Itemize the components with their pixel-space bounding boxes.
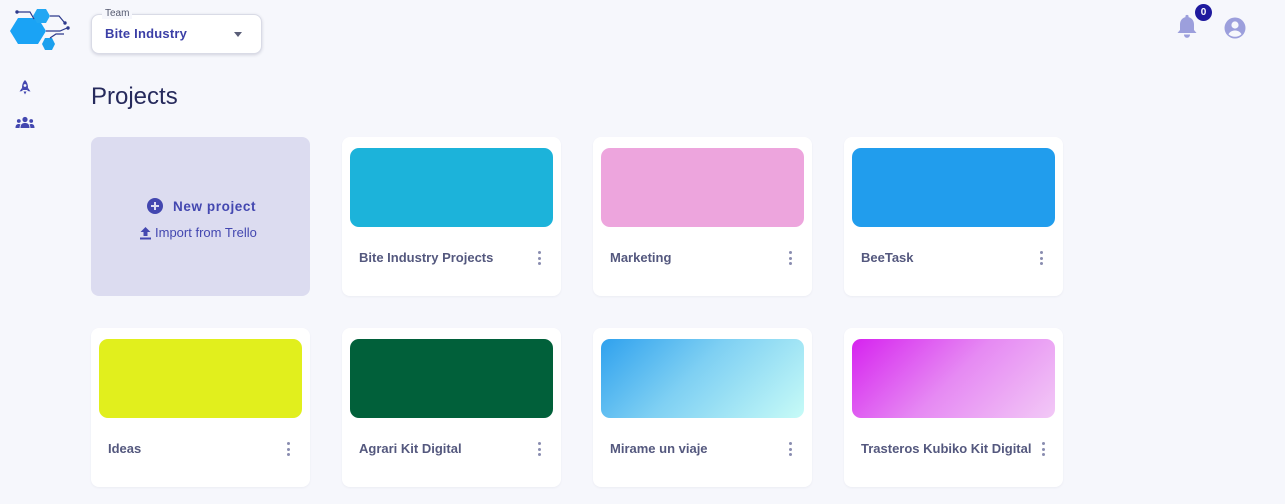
rocket-icon[interactable] [14,78,36,96]
app-logo[interactable] [4,6,72,54]
project-card[interactable]: Bite Industry Projects [342,137,561,296]
more-vert-icon[interactable] [784,250,796,266]
page-title: Projects [91,83,178,110]
project-name: BeeTask [861,250,914,265]
new-project-card: New project Import from Trello [91,137,310,296]
project-cover [99,339,302,418]
team-select-label: Team [102,8,133,19]
upload-icon [140,226,151,239]
project-cover [852,339,1055,418]
team-select-value: Bite Industry [105,26,188,41]
import-trello-label: Import from Trello [155,225,257,240]
project-cover [601,148,804,227]
more-vert-icon[interactable] [1035,250,1047,266]
project-cover [350,339,553,418]
project-card[interactable]: Agrari Kit Digital [342,328,561,487]
bell-icon[interactable] [1175,14,1199,40]
project-name: Agrari Kit Digital [359,441,462,456]
account-icon[interactable] [1223,16,1247,40]
project-card[interactable]: Mirame un viaje [593,328,812,487]
project-cover [852,148,1055,227]
project-card[interactable]: Trasteros Kubiko Kit Digital [844,328,1063,487]
more-vert-icon[interactable] [784,441,796,457]
more-vert-icon[interactable] [533,441,545,457]
new-project-label: New project [173,198,257,214]
project-cover [601,339,804,418]
project-card[interactable]: Ideas [91,328,310,487]
project-cover [350,148,553,227]
more-vert-icon[interactable] [533,250,545,266]
more-vert-icon[interactable] [282,441,294,457]
app: Team Bite Industry 0 Projects New projec… [0,0,1285,504]
project-name: Marketing [610,250,672,265]
import-trello-link[interactable]: Import from Trello [139,225,257,240]
more-vert-icon[interactable] [1037,441,1049,457]
team-icon[interactable] [14,113,36,131]
project-name: Ideas [108,441,142,456]
new-project-button[interactable]: New project [147,198,256,214]
project-name: Mirame un viaje [610,441,708,456]
chevron-down-icon [234,32,242,37]
team-select[interactable]: Team Bite Industry [91,8,262,54]
project-card[interactable]: BeeTask [844,137,1063,296]
notification-count-badge: 0 [1195,4,1212,21]
project-name: Trasteros Kubiko Kit Digital [861,441,1032,456]
add-circle-icon [147,198,163,214]
project-card[interactable]: Marketing [593,137,812,296]
project-name: Bite Industry Projects [359,250,494,265]
